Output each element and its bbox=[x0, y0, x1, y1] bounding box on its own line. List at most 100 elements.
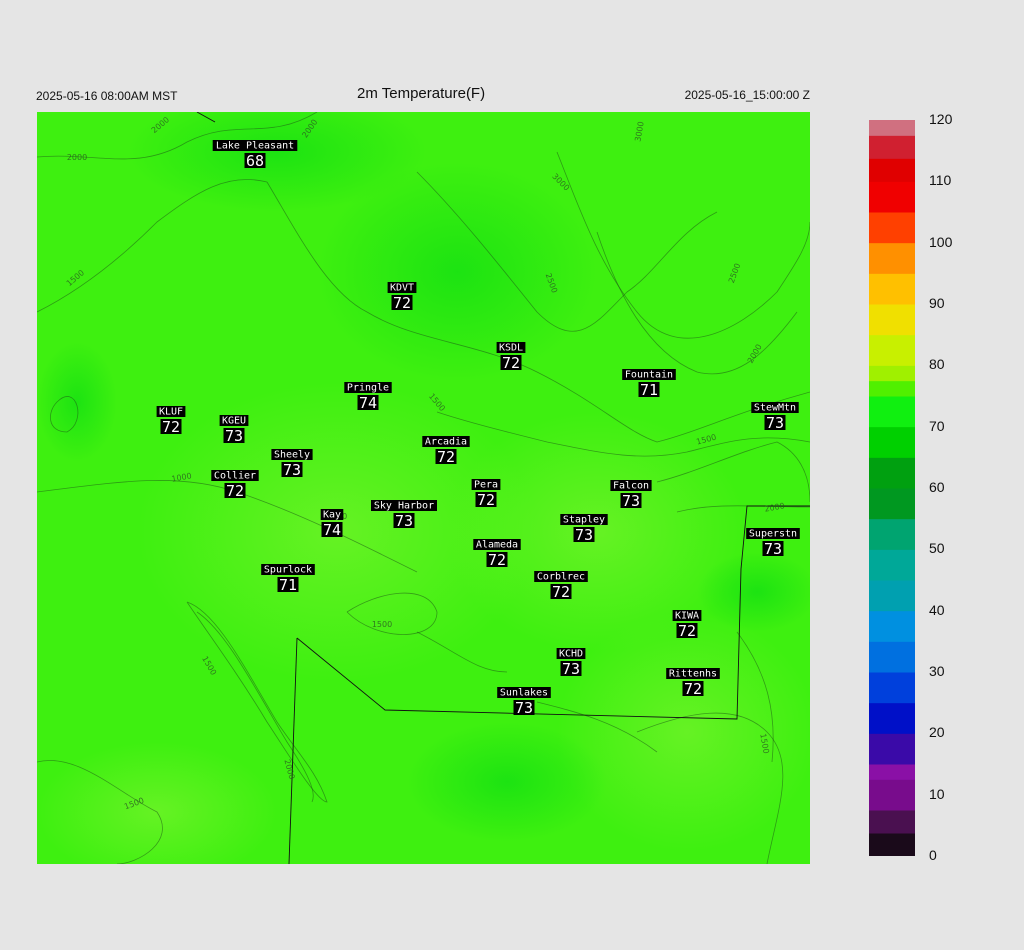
station-name: Fountain bbox=[625, 370, 673, 381]
colorbar-band bbox=[869, 426, 915, 435]
colorbar-band bbox=[869, 373, 915, 382]
colorbar-band bbox=[869, 794, 915, 803]
station-name: Arcadia bbox=[425, 437, 467, 448]
station-name: Pera bbox=[474, 480, 498, 491]
colorbar-band bbox=[869, 603, 915, 612]
colorbar-tick-label: 110 bbox=[929, 172, 952, 189]
station-temperature: 71 bbox=[279, 576, 297, 594]
station-temperature: 72 bbox=[162, 418, 180, 436]
colorbar-band bbox=[869, 748, 915, 757]
colorbar-band bbox=[869, 695, 915, 704]
colorbar-band bbox=[869, 380, 915, 389]
station-name: KSDL bbox=[499, 343, 523, 354]
colorbar-band bbox=[869, 480, 915, 489]
station-temperature: 72 bbox=[437, 448, 455, 466]
colorbar-band bbox=[869, 189, 915, 198]
colorbar-band bbox=[869, 196, 915, 205]
station-name: StewMtn bbox=[754, 403, 796, 414]
colorbar-band bbox=[869, 166, 915, 175]
colorbar-band bbox=[869, 587, 915, 596]
station-name: Sky Harbor bbox=[374, 501, 434, 512]
colorbar-band bbox=[869, 825, 915, 834]
colorbar-band bbox=[869, 710, 915, 719]
station-temperature: 72 bbox=[552, 583, 570, 601]
station-marker: KGEU73 bbox=[219, 415, 249, 445]
station-name: KDVT bbox=[390, 283, 414, 294]
colorbar-band bbox=[869, 250, 915, 259]
map-title: 2m Temperature(F) bbox=[357, 85, 486, 102]
colorbar-band bbox=[869, 817, 915, 826]
colorbar-tick-label: 30 bbox=[929, 663, 945, 679]
colorbar-band bbox=[869, 242, 915, 251]
utc-time-label: 2025-05-16_15:00:00 Z bbox=[684, 88, 810, 102]
station-name: Kay bbox=[323, 510, 341, 521]
colorbar-tick-label: 0 bbox=[929, 847, 937, 863]
station-temperature: 73 bbox=[515, 699, 533, 717]
colorbar-band bbox=[869, 656, 915, 665]
station-temperature: 71 bbox=[640, 381, 658, 399]
colorbar-band bbox=[869, 618, 915, 627]
station-temperature: 73 bbox=[283, 461, 301, 479]
station-name: Pringle bbox=[347, 383, 389, 394]
local-time-label: 2025-05-16 08:00AM MST bbox=[36, 89, 178, 103]
colorbar-band bbox=[869, 779, 915, 788]
colorbar-band bbox=[869, 741, 915, 750]
colorbar-band bbox=[869, 457, 915, 466]
colorbar-band bbox=[869, 833, 915, 842]
colorbar-band bbox=[869, 511, 915, 520]
station-name: Superstn bbox=[749, 529, 797, 540]
colorbar-band bbox=[869, 718, 915, 727]
station-temperature: 72 bbox=[502, 354, 520, 372]
station-name: Alameda bbox=[476, 540, 518, 551]
colorbar-band bbox=[869, 771, 915, 780]
colorbar-band bbox=[869, 534, 915, 543]
colorbar-band bbox=[869, 572, 915, 581]
colorbar-band bbox=[869, 258, 915, 267]
colorbar-band bbox=[869, 679, 915, 688]
station-marker: KDVT72 bbox=[387, 282, 417, 312]
station-marker: KIWA72 bbox=[672, 610, 702, 640]
colorbar-band bbox=[869, 143, 915, 152]
colorbar-band bbox=[869, 472, 915, 481]
colorbar-band bbox=[869, 503, 915, 512]
colorbar-band bbox=[869, 334, 915, 343]
colorbar-band bbox=[869, 664, 915, 673]
colorbar-tick-label: 10 bbox=[929, 785, 945, 802]
colorbar-band bbox=[869, 342, 915, 351]
colorbar-band bbox=[869, 419, 915, 428]
colorbar-band bbox=[869, 649, 915, 658]
station-temperature: 72 bbox=[678, 622, 696, 640]
colorbar-band bbox=[869, 219, 915, 228]
contour-label: 2000 bbox=[67, 153, 87, 162]
station-temperature: 74 bbox=[359, 394, 377, 412]
contour-label: 1500 bbox=[372, 620, 392, 629]
colorbar-band bbox=[869, 848, 915, 857]
colorbar-band bbox=[869, 840, 915, 849]
station-name: Spurlock bbox=[264, 565, 312, 576]
station-name: KLUF bbox=[159, 407, 183, 418]
colorbar-band bbox=[869, 641, 915, 650]
colorbar-band bbox=[869, 564, 915, 573]
station-name: Rittenhs bbox=[669, 669, 717, 680]
colorbar-band bbox=[869, 403, 915, 412]
colorbar-band bbox=[869, 212, 915, 221]
colorbar-band bbox=[869, 158, 915, 167]
station-temperature: 72 bbox=[477, 491, 495, 509]
colorbar-band bbox=[869, 127, 915, 136]
colorbar-band bbox=[869, 311, 915, 320]
colorbar-band bbox=[869, 227, 915, 236]
station-temperature: 73 bbox=[395, 512, 413, 530]
colorbar-band bbox=[869, 488, 915, 497]
colorbar-band bbox=[869, 388, 915, 397]
colorbar-band bbox=[869, 281, 915, 290]
colorbar-band bbox=[869, 120, 915, 129]
station-name: Collier bbox=[214, 471, 256, 482]
colorbar-band bbox=[869, 549, 915, 558]
colorbar-tick-label: 60 bbox=[929, 479, 945, 495]
station-temperature: 68 bbox=[246, 152, 264, 170]
colorbar-band bbox=[869, 442, 915, 451]
station-temperature: 73 bbox=[575, 526, 593, 544]
station-name: Falcon bbox=[613, 481, 649, 492]
colorbar-band bbox=[869, 265, 915, 274]
colorbar-band bbox=[869, 802, 915, 811]
